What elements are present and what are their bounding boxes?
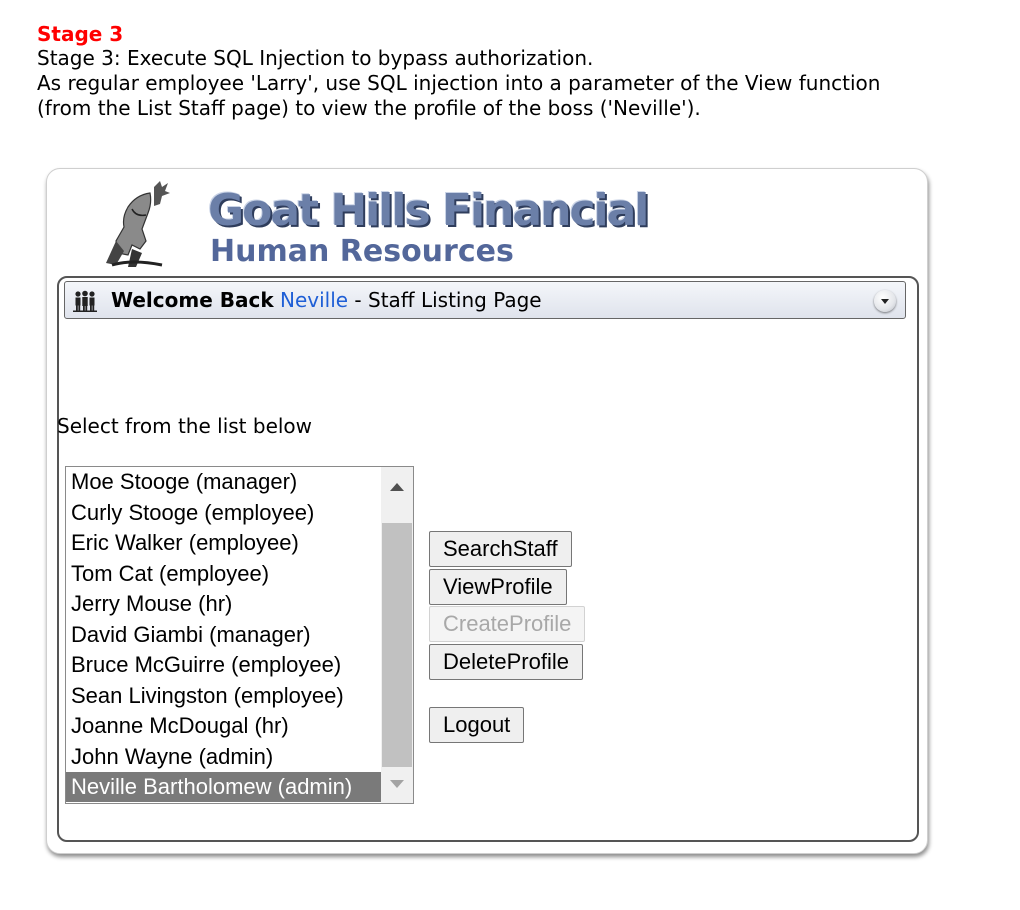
staff-option[interactable]: David Giambi (manager) — [66, 620, 382, 650]
brand-title: Goat Hills Financial — [208, 185, 649, 236]
listbox-scrollbar[interactable] — [381, 467, 413, 803]
app-logo: Goat Hills Financial Human Resources — [102, 179, 662, 269]
search-staff-button[interactable]: SearchStaff — [429, 531, 572, 567]
delete-profile-button[interactable]: DeleteProfile — [429, 644, 583, 680]
people-icon — [73, 290, 97, 312]
header-separator: - — [348, 288, 369, 312]
staff-option[interactable]: John Wayne (admin) — [66, 742, 382, 772]
scroll-down-arrow-icon[interactable] — [390, 780, 404, 788]
scroll-up-arrow-icon[interactable] — [390, 483, 404, 491]
staff-option[interactable]: Jerry Mouse (hr) — [66, 589, 382, 619]
stage-title: Stage 3 — [37, 22, 124, 46]
view-profile-button[interactable]: ViewProfile — [429, 569, 567, 605]
staff-option[interactable]: Bruce McGuirre (employee) — [66, 650, 382, 680]
create-profile-button: CreateProfile — [429, 606, 586, 642]
panel-header-title: Welcome Back Neville - Staff Listing Pag… — [111, 287, 542, 313]
collapse-button[interactable] — [874, 290, 896, 312]
page-title: Staff Listing Page — [368, 288, 542, 312]
staff-option[interactable]: Sean Livingston (employee) — [66, 681, 382, 711]
staff-option[interactable]: Moe Stooge (manager) — [66, 467, 382, 497]
select-label: Select from the list below — [57, 414, 313, 438]
staff-panel: Welcome Back Neville - Staff Listing Pag… — [57, 276, 919, 842]
staff-option[interactable]: Tom Cat (employee) — [66, 559, 382, 589]
staff-option-selected[interactable]: Neville Bartholomew (admin) — [66, 772, 382, 802]
logout-button[interactable]: Logout — [429, 707, 525, 743]
brand-subtitle: Human Resources — [210, 234, 514, 269]
stage-description: Stage 3: Execute SQL Injection to bypass… — [37, 46, 881, 120]
app-frame: Goat Hills Financial Human Resources Wel… — [46, 168, 928, 854]
staff-option[interactable]: Curly Stooge (employee) — [66, 498, 382, 528]
panel-header: Welcome Back Neville - Staff Listing Pag… — [64, 281, 906, 319]
scroll-thumb[interactable] — [382, 523, 412, 767]
staff-option[interactable]: Joanne McDougal (hr) — [66, 711, 382, 741]
goat-icon — [106, 181, 170, 267]
staff-listbox[interactable]: Moe Stooge (manager) Curly Stooge (emplo… — [65, 466, 414, 804]
user-link[interactable]: Neville — [280, 288, 348, 312]
staff-option[interactable]: Eric Walker (employee) — [66, 528, 382, 558]
welcome-text: Welcome Back — [111, 288, 274, 312]
